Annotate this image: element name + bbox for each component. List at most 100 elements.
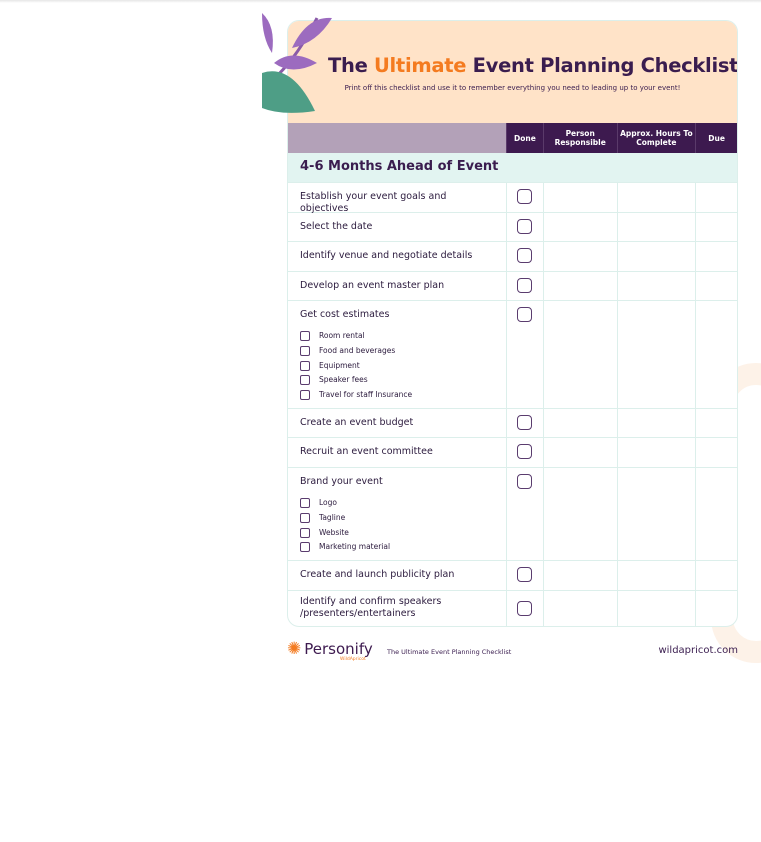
task-label: Select the date: [300, 221, 373, 232]
sub-checkbox[interactable]: [300, 375, 310, 386]
footer: ✺ Personify WildApricot The Ultimate Eve…: [287, 639, 738, 663]
page-title: The Ultimate Event Planning Checklist: [328, 54, 738, 77]
person-cell[interactable]: [542, 438, 617, 467]
table-row: Develop an event master plan: [288, 271, 737, 300]
due-cell[interactable]: [695, 301, 737, 408]
sub-item: Equipment: [300, 358, 494, 373]
task-label: Identify and confirm speakers /presenter…: [300, 596, 442, 619]
hours-cell[interactable]: [616, 272, 696, 300]
done-checkbox[interactable]: [517, 567, 533, 582]
sub-item-label: Room rental: [319, 331, 365, 341]
sub-item-label: Equipment: [319, 360, 360, 370]
sub-checkbox[interactable]: [300, 527, 310, 538]
sub-item: Room rental: [300, 329, 494, 344]
person-cell[interactable]: [542, 272, 617, 300]
person-cell[interactable]: [542, 561, 617, 590]
task-label: Create an event budget: [300, 417, 414, 428]
done-checkbox[interactable]: [517, 219, 533, 234]
sub-checkbox[interactable]: [300, 390, 310, 401]
sub-item-label: Website: [319, 527, 349, 537]
sub-checkbox[interactable]: [300, 498, 310, 509]
due-cell[interactable]: [695, 591, 737, 626]
task-label: Brand your event: [300, 476, 383, 487]
sub-checkbox[interactable]: [300, 360, 310, 371]
due-cell[interactable]: [695, 438, 737, 467]
due-cell[interactable]: [695, 468, 737, 560]
task-label: Create and launch publicity plan: [300, 569, 455, 580]
brand-sub: WildApricot: [340, 657, 366, 662]
document-page: The Ultimate Event Planning Checklist Pr…: [262, 3, 761, 676]
section-heading: 4-6 Months Ahead of Event: [288, 153, 737, 182]
sub-item: Travel for staff Insurance: [300, 388, 494, 403]
sub-item-label: Tagline: [319, 513, 346, 523]
person-cell[interactable]: [542, 409, 617, 437]
hours-cell[interactable]: [616, 468, 696, 560]
sub-item: Website: [300, 525, 494, 540]
table-header: Done Person Responsible Approx. Hours To…: [288, 123, 737, 153]
table-row: Get cost estimates Room rental Food and be…: [288, 300, 737, 408]
task-label: Get cost estimates: [300, 309, 390, 320]
done-checkbox[interactable]: [517, 601, 533, 616]
leaf-decoration: [262, 13, 332, 113]
done-checkbox[interactable]: [517, 307, 533, 322]
hours-cell[interactable]: [616, 183, 696, 212]
col-due: Due: [695, 123, 737, 153]
hours-cell[interactable]: [616, 438, 696, 467]
task-label: Establish your event goals and objective…: [300, 191, 447, 214]
done-checkbox[interactable]: [517, 189, 533, 204]
person-cell[interactable]: [542, 183, 617, 212]
done-checkbox[interactable]: [517, 474, 533, 489]
due-cell[interactable]: [695, 213, 737, 241]
person-cell[interactable]: [542, 468, 617, 560]
due-cell[interactable]: [695, 242, 737, 271]
due-cell[interactable]: [695, 561, 737, 590]
personify-logo: ✺ Personify: [287, 639, 373, 659]
sub-item: Food and beverages: [300, 344, 494, 359]
hours-cell[interactable]: [616, 242, 696, 271]
sub-checkbox[interactable]: [300, 542, 310, 553]
task-label: Develop an event master plan: [300, 280, 445, 291]
done-checkbox[interactable]: [517, 248, 533, 263]
table-row: Identify and confirm speakers /presenter…: [288, 590, 737, 626]
due-cell[interactable]: [695, 183, 737, 212]
person-cell[interactable]: [542, 213, 617, 241]
hours-cell[interactable]: [616, 561, 696, 590]
sub-item-label: Marketing material: [319, 542, 391, 552]
flower-logo-icon: ✺: [287, 639, 302, 659]
sub-item-label: Logo: [319, 498, 337, 508]
person-cell[interactable]: [542, 301, 617, 408]
done-checkbox[interactable]: [517, 278, 533, 293]
footer-title: The Ultimate Event Planning Checklist: [387, 648, 512, 656]
done-checkbox[interactable]: [517, 444, 533, 459]
task-label: Identify venue and negotiate details: [300, 250, 473, 261]
table-row: Create an event budget: [288, 408, 737, 437]
sub-item: Marketing material: [300, 540, 494, 555]
due-cell[interactable]: [695, 409, 737, 437]
hours-cell[interactable]: [616, 591, 696, 626]
person-cell[interactable]: [542, 242, 617, 271]
table-row: Create and launch publicity plan: [288, 560, 737, 590]
due-cell[interactable]: [695, 272, 737, 300]
person-cell[interactable]: [542, 591, 617, 626]
col-done: Done: [506, 123, 543, 153]
hero-header: The Ultimate Event Planning Checklist Pr…: [288, 21, 737, 123]
sub-item-label: Travel for staff Insurance: [319, 390, 413, 400]
table-row: Establish your event goals and objective…: [288, 182, 737, 214]
page-subtitle: Print off this checklist and use it to r…: [344, 84, 681, 92]
footer-url[interactable]: wildapricot.com: [658, 645, 738, 656]
col-hours: Approx. Hours To Complete: [616, 123, 696, 153]
sub-checkbox[interactable]: [300, 513, 310, 524]
sub-item: Speaker fees: [300, 373, 494, 388]
sub-checkbox[interactable]: [300, 346, 310, 357]
sub-item-label: Speaker fees: [319, 375, 368, 385]
sub-item-label: Food and beverages: [319, 346, 396, 356]
hours-cell[interactable]: [616, 213, 696, 241]
hours-cell[interactable]: [616, 409, 696, 437]
done-checkbox[interactable]: [517, 415, 533, 430]
checklist-card: The Ultimate Event Planning Checklist Pr…: [287, 20, 738, 627]
task-label: Recruit an event committee: [300, 446, 433, 457]
sub-checkbox[interactable]: [300, 331, 310, 342]
col-person: Person Responsible: [542, 123, 617, 153]
sub-item: Logo: [300, 496, 494, 511]
hours-cell[interactable]: [616, 301, 696, 408]
